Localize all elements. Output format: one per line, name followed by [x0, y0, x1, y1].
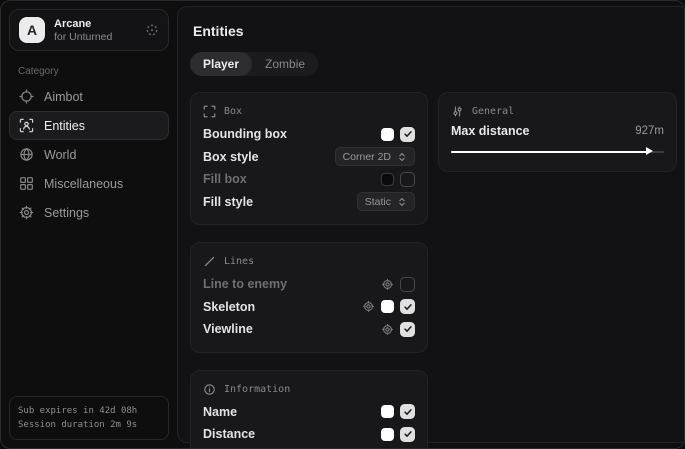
tab-player[interactable]: Player — [190, 52, 252, 76]
slider-label: Max distance — [451, 124, 530, 138]
row-settings-gear-icon[interactable] — [381, 278, 394, 291]
chevron-up-down-icon — [397, 197, 407, 207]
sidebar-item-label: Settings — [44, 206, 89, 220]
check-icon — [403, 302, 413, 312]
checkbox-checked[interactable] — [400, 299, 415, 314]
sidebar-item-miscellaneous[interactable]: Miscellaneous — [9, 169, 169, 198]
box-panel-header: Box — [203, 105, 415, 118]
panel-title: Box — [224, 106, 242, 117]
row-settings-gear-icon[interactable] — [381, 323, 394, 336]
checkbox-checked[interactable] — [400, 127, 415, 142]
max-distance-slider[interactable] — [451, 146, 664, 157]
app-title-block: Arcane for Unturned — [54, 18, 112, 43]
information-panel-header: Information — [203, 383, 415, 396]
checkbox-checked[interactable] — [400, 427, 415, 442]
setting-row-name: Name — [203, 401, 415, 424]
setting-label: Viewline — [203, 322, 253, 336]
sidebar-item-label: World — [44, 148, 76, 162]
subscription-status: Sub expires in 42d 08h Session duration … — [9, 396, 169, 440]
dropdown-value: Corner 2D — [343, 151, 391, 163]
app-window: A Arcane for Unturned Category Aimbot — [0, 0, 685, 449]
sidebar-item-label: Aimbot — [44, 90, 83, 104]
check-icon — [403, 129, 413, 139]
setting-row-distance: Distance — [203, 423, 415, 446]
diagonal-line-icon — [203, 255, 216, 268]
panel-title: Information — [224, 384, 290, 395]
globe-icon — [19, 147, 34, 162]
setting-row-box-style: Box style Corner 2D — [203, 146, 415, 169]
slider-value: 927m — [635, 125, 664, 137]
sliders-icon — [451, 105, 464, 118]
setting-label: Name — [203, 405, 237, 419]
setting-row-skeleton: Skeleton — [203, 296, 415, 319]
setting-row-fill-box: Fill box — [203, 168, 415, 191]
max-distance-row: Max distance 927m — [451, 124, 664, 138]
check-icon — [403, 407, 413, 417]
check-icon — [403, 324, 413, 334]
setting-label: Fill box — [203, 172, 247, 186]
entity-tabs: Player Zombie — [190, 52, 318, 76]
checkbox-checked[interactable] — [400, 404, 415, 419]
spinner-icon[interactable] — [145, 23, 159, 37]
color-swatch[interactable] — [381, 428, 394, 441]
setting-row-fill-style: Fill style Static — [203, 191, 415, 214]
entity-scan-icon — [19, 118, 34, 133]
info-circle-icon — [203, 383, 216, 396]
color-swatch[interactable] — [381, 173, 394, 186]
slider-fill — [451, 151, 649, 153]
page-title: Entities — [193, 23, 677, 39]
app-logo: A — [19, 17, 45, 43]
color-swatch[interactable] — [381, 405, 394, 418]
color-swatch[interactable] — [381, 128, 394, 141]
setting-label: Skeleton — [203, 300, 255, 314]
general-panel-header: General — [451, 105, 664, 118]
checkbox-unchecked[interactable] — [400, 277, 415, 292]
sub-expiry-text: Sub expires in 42d 08h — [18, 404, 160, 418]
setting-label: Line to enemy — [203, 277, 287, 291]
sidebar-item-settings[interactable]: Settings — [9, 198, 169, 227]
app-name: Arcane — [54, 18, 112, 30]
setting-row-bounding-box: Bounding box — [203, 123, 415, 146]
crosshair-icon — [19, 89, 34, 104]
panel-title: Lines — [224, 256, 254, 267]
checkbox-unchecked[interactable] — [400, 172, 415, 187]
check-icon — [403, 429, 413, 439]
gear-icon — [19, 205, 34, 220]
main-content: Entities Player Zombie Box Bounding box — [177, 6, 685, 443]
tab-zombie[interactable]: Zombie — [252, 52, 318, 76]
setting-row-viewline: Viewline — [203, 318, 415, 341]
box-panel: Box Bounding box Box style — [190, 92, 428, 225]
chevron-up-down-icon — [397, 152, 407, 162]
app-subtitle: for Unturned — [54, 31, 112, 43]
lines-panel: Lines Line to enemy Skeleton — [190, 242, 428, 353]
panel-title: General — [472, 106, 514, 117]
sidebar: A Arcane for Unturned Category Aimbot — [1, 1, 177, 448]
slider-thumb-arrow-icon[interactable] — [646, 147, 653, 155]
fill-style-dropdown[interactable]: Static — [357, 192, 415, 211]
sidebar-item-aimbot[interactable]: Aimbot — [9, 82, 169, 111]
scan-brackets-icon — [203, 105, 216, 118]
app-logo-card: A Arcane for Unturned — [9, 9, 169, 51]
sidebar-item-label: Entities — [44, 119, 85, 133]
lines-panel-header: Lines — [203, 255, 415, 268]
setting-label: Fill style — [203, 195, 253, 209]
grid-icon — [19, 176, 34, 191]
information-panel: Information Name Distance — [190, 370, 428, 449]
sidebar-item-entities[interactable]: Entities — [9, 111, 169, 140]
color-swatch[interactable] — [381, 300, 394, 313]
dropdown-value: Static — [365, 196, 391, 208]
setting-label: Distance — [203, 427, 255, 441]
category-label: Category — [18, 66, 169, 77]
session-duration-text: Session duration 2m 9s — [18, 418, 160, 432]
sidebar-nav: Aimbot Entities World Miscellaneous — [9, 82, 169, 227]
box-style-dropdown[interactable]: Corner 2D — [335, 147, 415, 166]
sidebar-item-world[interactable]: World — [9, 140, 169, 169]
setting-label: Bounding box — [203, 127, 287, 141]
sidebar-item-label: Miscellaneous — [44, 177, 123, 191]
general-panel: General Max distance 927m — [438, 92, 677, 172]
setting-row-line-to-enemy: Line to enemy — [203, 273, 415, 296]
setting-label: Box style — [203, 150, 259, 164]
checkbox-checked[interactable] — [400, 322, 415, 337]
row-settings-gear-icon[interactable] — [362, 300, 375, 313]
